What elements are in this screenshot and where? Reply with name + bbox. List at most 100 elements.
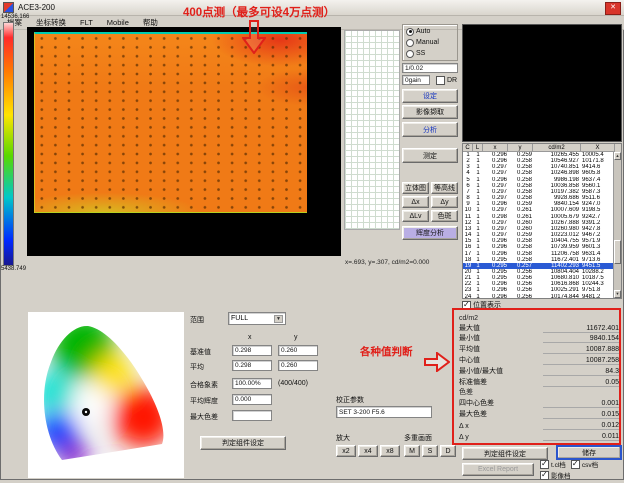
column-header[interactable]: y	[508, 144, 533, 152]
scroll-up-icon[interactable]: ▲	[614, 152, 621, 160]
contour-grid-panel	[344, 30, 400, 230]
summary-panel: 范围 FULL ▼ x y 基准值 0.298 0.260 平均 0.298 0…	[190, 312, 332, 478]
colorbar-max-label: 14536.166	[1, 14, 29, 20]
close-button[interactable]: ✕	[605, 2, 621, 15]
radio-icon	[406, 39, 414, 47]
capture-mode-radio[interactable]: Auto	[406, 26, 457, 37]
measurement-table: CLxycd/m2X 1 1 0.296 0.259 10265.455 100…	[462, 143, 622, 299]
delta-x-button[interactable]: Δx	[402, 196, 429, 208]
pass-count-text: (400/400)	[278, 380, 308, 387]
stat-row: 最小值/最大值 84.3	[459, 365, 619, 376]
stat-row: Δ x 0.012	[459, 419, 619, 430]
dr-checkbox[interactable]: DR	[436, 76, 457, 85]
export-checkbox[interactable]: csv档	[571, 459, 598, 469]
excel-report-button[interactable]: Excel Report	[462, 463, 534, 476]
mura-button[interactable]: 色斑	[431, 210, 458, 222]
export-checkbox[interactable]: 影像档	[540, 470, 571, 480]
stat-row: 最大值 11672.401	[459, 322, 619, 333]
reference-y-field[interactable]: 0.260	[278, 345, 318, 356]
stat-row: cd/m2	[459, 311, 619, 322]
stat-row: 最大色差 0.015	[459, 408, 619, 419]
zoom-button[interactable]: x8	[380, 445, 400, 457]
column-header[interactable]: cd/m2	[533, 144, 581, 152]
zoom-label: 放大	[336, 433, 350, 443]
settings-button[interactable]: 设定	[402, 89, 458, 103]
menu-item[interactable]: Mobile	[100, 18, 136, 27]
app-icon	[3, 2, 14, 13]
column-header[interactable]: X	[581, 144, 615, 152]
column-header[interactable]: x	[483, 144, 508, 152]
max-colordiff-label: 最大色差	[190, 412, 218, 422]
average-y-field[interactable]: 0.260	[278, 360, 318, 371]
column-header[interactable]: C	[463, 144, 473, 152]
stat-row: 色差	[459, 387, 619, 398]
export-checkbox[interactable]: t.cl档	[540, 459, 566, 469]
multi-screen-button[interactable]: D	[440, 445, 456, 457]
judge-annotation: 各种值判断	[360, 344, 413, 359]
export-options: t.cl档 csv档 影像档	[540, 459, 624, 480]
menu-item[interactable]: FLT	[73, 18, 100, 27]
right-arrow-icon	[424, 352, 450, 372]
col-x-header: x	[248, 334, 252, 341]
delta-y-button[interactable]: Δy	[431, 196, 458, 208]
colorbar-min-label: 5438.749	[1, 266, 26, 272]
delta-lv-button[interactable]: ΔLv	[402, 210, 429, 222]
camera-preview	[462, 24, 622, 142]
column-header[interactable]: L	[473, 144, 483, 152]
judge-settings-button[interactable]: 判定组件设定	[200, 436, 286, 450]
scroll-down-icon[interactable]: ▼	[614, 290, 621, 298]
capture-mode-group: Auto Manual SS	[402, 24, 458, 61]
checkbox-icon	[540, 471, 549, 480]
chevron-down-icon: ▼	[274, 315, 283, 323]
down-arrow-icon	[242, 20, 266, 54]
image-capture-button[interactable]: 影像撷取	[402, 105, 458, 119]
range-select[interactable]: FULL ▼	[228, 312, 286, 325]
stat-row: 四中心色差 0.001	[459, 397, 619, 408]
radio-icon	[406, 50, 414, 58]
col-y-header: y	[294, 334, 298, 341]
judgment-settings-button[interactable]: 判定组件设定	[462, 447, 548, 460]
stat-row: 标准偏差 0.05	[459, 376, 619, 387]
avg-luminance-field: 0.000	[232, 394, 272, 405]
checkbox-icon	[462, 301, 471, 310]
contour-button[interactable]: 等高线	[431, 182, 458, 194]
stat-row: 平均值 10087.888	[459, 343, 619, 354]
table-row[interactable]: 24 1 0.296 0.256 10174.844 9481.2	[463, 294, 621, 298]
zoom-button[interactable]: x4	[358, 445, 378, 457]
stats-panel: cd/m2 最大值 11672.401 最小值 9840.154 平均值 100…	[459, 311, 619, 441]
pass-pixels-label: 合格象素	[190, 380, 218, 390]
reference-x-field[interactable]: 0.298	[232, 345, 272, 356]
measure-button[interactable]: 测定	[402, 148, 458, 163]
calibration-field[interactable]: SET 3-200 F5.6	[336, 406, 432, 418]
gain-field[interactable]: 0gain	[402, 75, 430, 85]
cie-diagram-panel	[28, 312, 184, 478]
position-display-checkbox[interactable]: 位置表示	[462, 300, 501, 310]
measurement-table-body: 1 1 0.296 0.259 10265.455 10005.4 2 1 0.…	[463, 152, 621, 298]
zoom-button[interactable]: x2	[336, 445, 356, 457]
average-label: 平均	[190, 362, 204, 372]
multi-screen-button[interactable]: S	[422, 445, 438, 457]
avg-luminance-label: 平均辉度	[190, 396, 218, 406]
stat-row: 最小值 9840.154	[459, 333, 619, 344]
capture-mode-radio[interactable]: Manual	[406, 37, 457, 48]
checkbox-icon	[571, 460, 580, 469]
capture-mode-radio[interactable]: SS	[406, 48, 457, 59]
table-scrollbar[interactable]: ▲ ▼	[613, 152, 621, 298]
reference-label: 基准值	[190, 347, 211, 357]
multi-screen-button[interactable]: M	[404, 445, 420, 457]
checkbox-icon	[540, 460, 549, 469]
luminance-heatmap[interactable]	[34, 32, 307, 213]
luminance-analysis-button[interactable]: 辉度分析	[402, 226, 458, 240]
exposure-field[interactable]: 1/0.02	[402, 63, 458, 73]
points-annotation: 400点测（最多可设4万点测）	[183, 4, 335, 20]
zoom-buttons: x2x4x8	[336, 445, 400, 457]
window-title: ACE3-200	[18, 3, 55, 12]
stat-row: 中心值 10087.258	[459, 354, 619, 365]
multi-screen-buttons: MSD	[404, 445, 456, 457]
max-colordiff-field	[232, 410, 272, 421]
analyze-button[interactable]: 分析	[402, 122, 458, 137]
average-x-field[interactable]: 0.298	[232, 360, 272, 371]
save-button[interactable]: 储存	[556, 445, 622, 460]
scrollbar-thumb[interactable]	[614, 240, 621, 264]
view3d-button[interactable]: 立体图	[402, 182, 429, 194]
